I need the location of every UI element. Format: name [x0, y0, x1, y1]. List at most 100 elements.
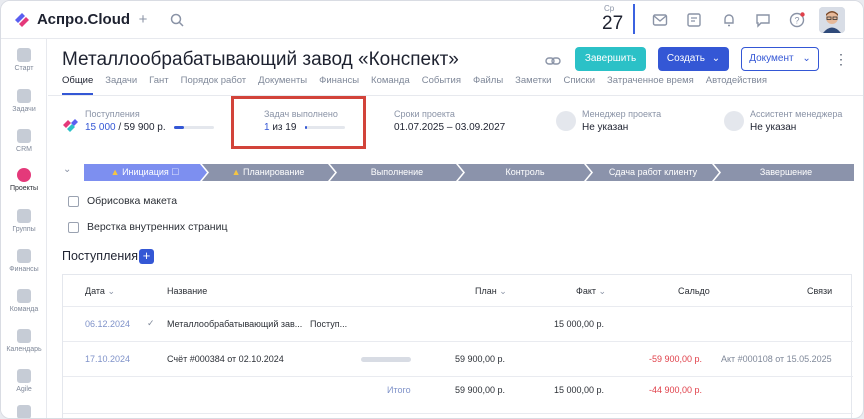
sidebar-item-finance[interactable]: Финансы: [1, 249, 47, 273]
check-mark-icon: ✓: [147, 318, 155, 328]
sidebar-item-agile[interactable]: Agile: [1, 369, 47, 393]
sidebar-item-crm[interactable]: CRM: [1, 129, 47, 153]
stage-control[interactable]: Контроль: [463, 164, 587, 181]
column-label: План: [475, 286, 497, 296]
sidebar-item-label: Календарь: [6, 346, 42, 353]
user-avatar[interactable]: [819, 7, 845, 33]
sidebar-item-label: Задачи: [12, 106, 36, 113]
tab-gantt[interactable]: Гант: [149, 75, 169, 91]
sidebar-item-more[interactable]: [1, 405, 47, 418]
stage-label: Контроль: [505, 167, 545, 177]
agile-icon: [17, 369, 31, 383]
chevron-down-icon: ⌄: [598, 286, 607, 296]
tasks-icon: [17, 89, 31, 103]
create-button[interactable]: Создать ⌄: [658, 47, 729, 71]
team-icon: [17, 289, 31, 303]
tab-finance[interactable]: Финансы: [319, 75, 359, 91]
column-saldo[interactable]: Сальдо: [678, 286, 710, 296]
avatar-image-icon: [819, 7, 845, 33]
checklist-item[interactable]: Верстка внутренних страниц: [68, 221, 227, 233]
sidebar-item-start[interactable]: Старт: [1, 48, 47, 72]
finance-icon: [17, 249, 31, 263]
finish-button[interactable]: Завершить: [575, 47, 646, 71]
total-plan: 59 900,00 р.: [455, 385, 506, 395]
logo[interactable]: Аспро.Cloud: [13, 10, 130, 28]
income-label: Поступления: [85, 109, 140, 119]
column-fact[interactable]: Факт ⌄: [576, 286, 606, 297]
tasks-stat[interactable]: Задач выполнено 1 из 19: [264, 109, 346, 133]
manager-stat[interactable]: Менеджер проекта Не указан: [582, 109, 661, 133]
tab-work-order[interactable]: Порядок работ: [181, 75, 247, 91]
projects-icon: [17, 168, 31, 182]
chat-icon[interactable]: [754, 11, 772, 29]
total-label: Итого: [387, 385, 411, 395]
deadline-label: Сроки проекта: [394, 109, 455, 119]
sidebar: Старт Задачи CRM Проекты Группы Финансы …: [1, 39, 47, 418]
assistant-stat[interactable]: Ассистент менеджера Не указан: [750, 109, 842, 133]
checklist-item[interactable]: Обрисовка макета: [68, 195, 177, 207]
tab-team[interactable]: Команда: [371, 75, 410, 91]
deadline-stat: Сроки проекта 01.07.2025 – 03.09.2027: [394, 109, 505, 133]
progress-placeholder: [361, 357, 411, 362]
sidebar-item-calendar[interactable]: Календарь: [1, 329, 47, 353]
income-value: 15 000 / 59 900 р.: [85, 122, 215, 133]
home-icon: [17, 48, 31, 62]
stage-delivery[interactable]: Сдача работ клиенту: [591, 164, 715, 181]
row-name-link[interactable]: Металлообрабатывающий зав...: [167, 319, 302, 329]
tab-automations[interactable]: Автодействия: [706, 75, 767, 91]
calendar-date[interactable]: Ср 27: [601, 4, 635, 34]
tab-notes[interactable]: Заметки: [515, 75, 551, 91]
sidebar-item-label: CRM: [16, 146, 32, 153]
tab-lists[interactable]: Списки: [564, 75, 596, 91]
tab-tasks[interactable]: Задачи: [105, 75, 137, 91]
stage-initiation[interactable]: ▲ Инициация ☐: [84, 164, 206, 181]
sidebar-item-tasks[interactable]: Задачи: [1, 89, 47, 113]
tab-files[interactable]: Файлы: [473, 75, 503, 91]
column-date[interactable]: Дата ⌄: [85, 286, 115, 297]
mail-icon[interactable]: [651, 11, 669, 29]
income-stat: Поступления 15 000 / 59 900 р.: [85, 109, 215, 133]
checkbox[interactable]: [68, 221, 79, 233]
chevron-down-icon: ⌄: [711, 53, 721, 64]
stage-completion[interactable]: Завершение: [718, 164, 854, 181]
column-name[interactable]: Название: [167, 286, 207, 296]
stage-planning[interactable]: ▲ Планирование: [206, 164, 330, 181]
tab-documents[interactable]: Документы: [258, 75, 307, 91]
sidebar-item-projects[interactable]: Проекты: [1, 168, 47, 192]
collapse-chevron-icon[interactable]: ⌄: [63, 164, 71, 175]
sidebar-item-team[interactable]: Команда: [1, 289, 47, 313]
document-button-label: Документ: [749, 53, 794, 64]
add-icon[interactable]: +: [134, 11, 152, 29]
notes-icon[interactable]: [685, 11, 703, 29]
checklist-item-label: Обрисовка макета: [87, 195, 178, 207]
checkbox[interactable]: [68, 195, 79, 207]
stage-execution[interactable]: Выполнение: [335, 164, 459, 181]
stage-label: Выполнение: [370, 167, 424, 177]
bell-icon[interactable]: [720, 11, 738, 29]
sidebar-item-label: Финансы: [9, 266, 39, 273]
column-links[interactable]: Связи: [807, 286, 832, 296]
search-icon[interactable]: [168, 11, 186, 29]
row-link[interactable]: Акт #000108 от 15.05.2025: [721, 354, 832, 364]
manager-value: Не указан: [582, 122, 629, 133]
assistant-avatar-placeholder: [724, 111, 744, 131]
add-payment-button[interactable]: +: [139, 249, 154, 264]
tab-general[interactable]: Общие: [62, 75, 93, 91]
help-icon[interactable]: ?: [788, 11, 806, 29]
tab-time-spent[interactable]: Затраченное время: [607, 75, 694, 91]
income-paid: 15 000: [85, 122, 116, 133]
row-name-link[interactable]: Счёт #000384 от 02.10.2024: [167, 354, 284, 364]
row-divider: [63, 376, 853, 377]
manager-avatar-placeholder: [556, 111, 576, 131]
app-window: Аспро.Cloud + Ср 27 ? Старт Задачи CRM П…: [0, 0, 864, 419]
sidebar-item-groups[interactable]: Группы: [1, 209, 47, 233]
link-icon[interactable]: [544, 52, 562, 70]
tab-events[interactable]: События: [422, 75, 461, 91]
document-button[interactable]: Документ ⌄: [741, 47, 819, 71]
crm-icon: [17, 129, 31, 143]
more-vertical-icon[interactable]: ⋮: [834, 51, 848, 68]
column-plan[interactable]: План ⌄: [475, 286, 507, 297]
assistant-value: Не указан: [750, 122, 797, 133]
income-progress: [174, 125, 215, 129]
tasks-progress: [305, 125, 346, 129]
